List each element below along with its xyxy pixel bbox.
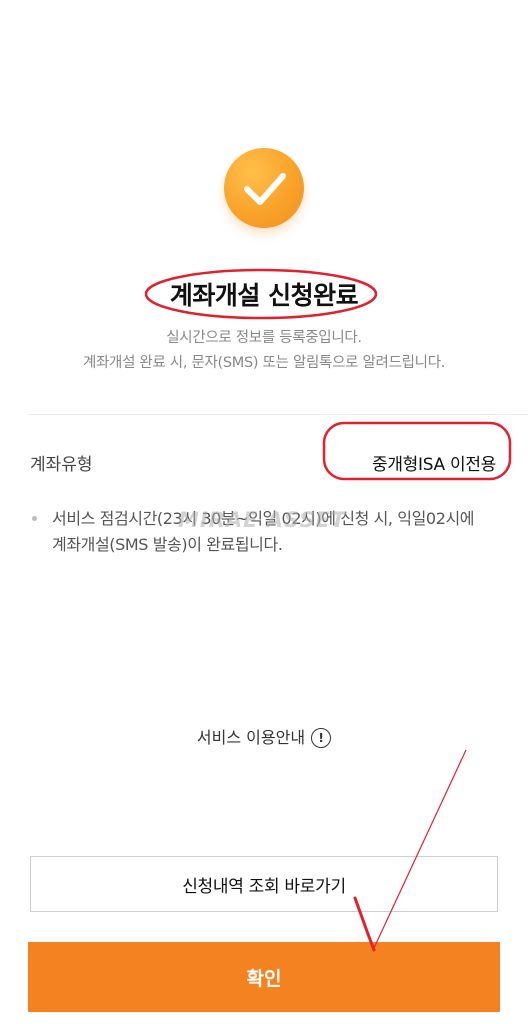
account-type-value: 중개형ISA 이전용 [372, 455, 496, 475]
page-title: 계좌개설 신청완료 [169, 281, 359, 310]
view-application-history-button[interactable]: 신청내역 조회 바로가기 [30, 856, 498, 912]
confirm-button[interactable]: 확인 [28, 942, 500, 1012]
annotation-line [373, 749, 467, 949]
section-divider [28, 414, 528, 415]
maintenance-notice: 서비스 점검시간(23시 30분~익일 02시)에 신청 시, 익일02시에 계… [32, 506, 492, 558]
bullet-icon [32, 516, 37, 521]
service-guide-link[interactable]: 서비스 이용안내! [0, 724, 528, 748]
success-check-icon [224, 148, 304, 228]
status-message: 실시간으로 정보를 등록중입니다. [166, 330, 362, 346]
info-icon[interactable]: ! [311, 728, 332, 748]
maintenance-notice-text: 서비스 점검시간(23시 30분~익일 02시)에 신청 시, 익일02시에 계… [52, 509, 475, 554]
account-type-label: 계좌유형 [30, 455, 93, 475]
notification-message: 계좌개설 완료 시, 문자(SMS) 또는 알림톡으로 알려드립니다. [82, 355, 446, 371]
service-guide-label: 서비스 이용안내 [196, 728, 306, 747]
